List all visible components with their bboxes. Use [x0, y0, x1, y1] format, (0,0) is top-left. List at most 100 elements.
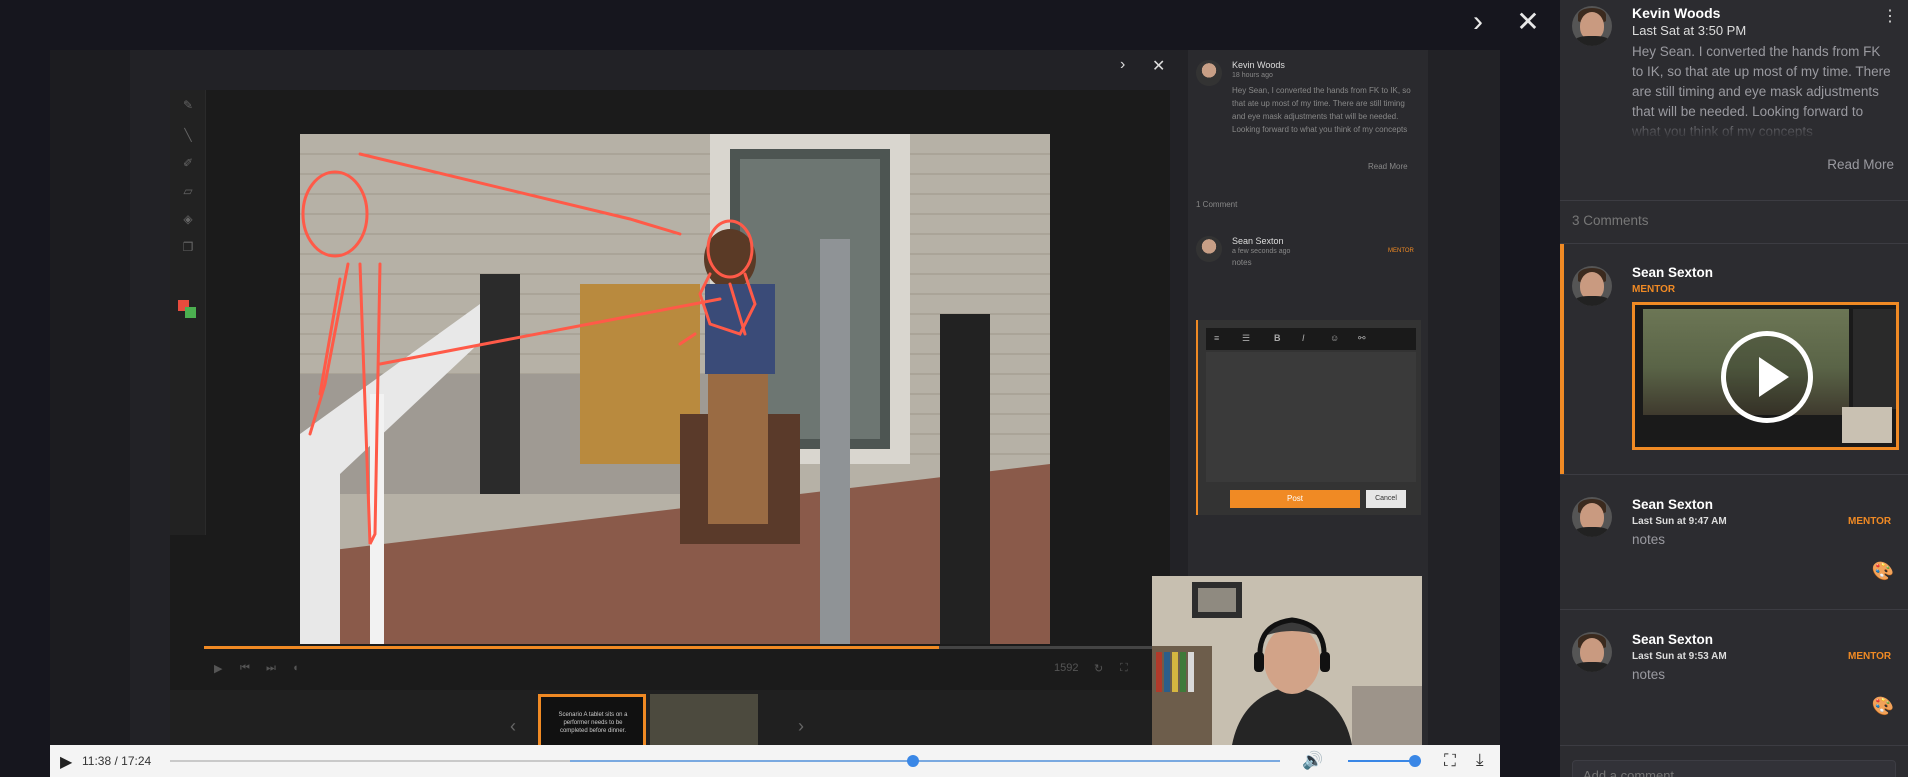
mentor-badge: MENTOR [1848, 651, 1892, 662]
more-options-icon[interactable]: ⋮ [1882, 6, 1898, 26]
recorded-thumb-text: Scenario A tablet sits on a performer ne… [558, 712, 628, 734]
layers-icon: ◈ [183, 212, 193, 226]
recorded-comment-editor: ≡ ☰ B I ☺ ⚯ Post Cancel [1196, 320, 1421, 515]
recorded-reply-text: notes [1232, 258, 1252, 267]
comment-item: Sean Sexton Last Sun at 9:47 AM MENTOR n… [1560, 475, 1908, 610]
recorded-thumbnail-strip: ‹ Scenario A tablet sits on a performer … [170, 690, 1170, 745]
video-thumb-webcam [1842, 407, 1892, 443]
brush-icon: ✐ [182, 156, 194, 170]
comment-author[interactable]: Sean Sexton [1632, 632, 1713, 647]
comment-timestamp: Last Sun at 9:47 AM [1632, 516, 1727, 527]
recorded-cancel-button: Cancel [1366, 490, 1406, 508]
recorded-thumb-prev-icon: ‹ [510, 716, 516, 736]
webcam-overlay [1152, 576, 1422, 745]
palette-icon[interactable]: 🎨 [1872, 696, 1894, 717]
divider [1560, 200, 1908, 201]
seek-buffered-range [569, 760, 1280, 762]
play-button[interactable]: ▶ [60, 752, 76, 771]
comment-item: Sean Sexton Last Sun at 9:53 AM MENTOR n… [1560, 610, 1908, 745]
line-icon: ╲ [184, 128, 192, 142]
comment-count: 3 Comments [1572, 213, 1649, 228]
mentor-badge: MENTOR [1632, 284, 1676, 295]
comment-author[interactable]: Sean Sexton [1632, 265, 1713, 280]
mentor-badge: MENTOR [1848, 516, 1892, 527]
house-scene-with-annotations [300, 134, 1050, 644]
recorded-editor-toolbar: ≡ ☰ B I ☺ ⚯ [1206, 328, 1416, 350]
divider [1560, 745, 1908, 746]
secondary-color-swatch [185, 307, 196, 318]
recording-left-margin [50, 50, 130, 745]
comment-timestamp: Last Sun at 9:53 AM [1632, 651, 1727, 662]
recorded-fullscreen-icon: ⛶ [1120, 662, 1128, 674]
video-player[interactable]: ✎ ╲ ✐ ▱ ◈ ❐ ▶ ⏮ ⏭ ◖ 1592 ↻ ⛶ ‹ Scenario … [50, 50, 1500, 745]
recorded-reply-avatar [1196, 236, 1222, 262]
close-icon[interactable]: ✕ [1512, 6, 1544, 38]
link-icon: ⚯ [1358, 333, 1366, 343]
fullscreen-icon[interactable]: ⛶ [1444, 751, 1456, 771]
recorded-app: ✎ ╲ ✐ ▱ ◈ ❐ ▶ ⏮ ⏭ ◖ 1592 ↻ ⛶ ‹ Scenario … [170, 90, 1170, 745]
playback-time: 11:38 / 17:24 [82, 754, 152, 768]
copy-icon: ❐ [182, 240, 194, 254]
comment-video-thumbnail[interactable] [1632, 302, 1899, 450]
comment-text: notes [1632, 532, 1666, 547]
recorded-frame-counter: 1592 [1054, 662, 1079, 674]
drawing-toolbar: ✎ ╲ ✐ ▱ ◈ ❐ [170, 90, 206, 535]
seek-bar[interactable] [170, 755, 1280, 767]
recorded-loop-icon: ↻ [1094, 663, 1104, 675]
post-body-fade [1632, 115, 1894, 139]
recorded-comment-count: 1 Comment [1196, 200, 1238, 209]
recorded-video-frame [300, 134, 1050, 644]
recorded-thumb-2 [650, 694, 758, 745]
comment-text: notes [1632, 667, 1666, 682]
read-more-link[interactable]: Read More [1827, 157, 1894, 172]
eraser-icon: ▱ [183, 184, 193, 198]
palette-icon[interactable]: 🎨 [1872, 561, 1894, 582]
webcam-scene [1152, 576, 1422, 745]
post-header: Kevin Woods Last Sat at 3:50 PM ⋮ Hey Se… [1560, 0, 1908, 200]
download-icon[interactable]: ⤓ [1476, 750, 1484, 770]
recorded-read-more: Read More [1368, 162, 1408, 171]
numbered-list-icon: ☰ [1242, 333, 1251, 343]
next-chevron-right-icon[interactable]: › [1462, 6, 1494, 38]
recorded-author: Kevin Woods [1232, 60, 1285, 70]
recorded-panel-next-icon: › [1120, 56, 1126, 73]
volume-handle[interactable] [1409, 755, 1422, 767]
video-review-overlay: ✎ ╲ ✐ ▱ ◈ ❐ ▶ ⏮ ⏭ ◖ 1592 ↻ ⛶ ‹ Scenario … [0, 0, 1908, 777]
seek-handle[interactable] [906, 755, 919, 767]
volume-slider[interactable] [1348, 755, 1422, 767]
avatar [1572, 497, 1612, 537]
play-icon[interactable] [1721, 331, 1813, 423]
recorded-avatar [1196, 60, 1222, 86]
volume-icon[interactable]: 🔊 [1302, 751, 1323, 771]
avatar [1572, 266, 1612, 306]
recorded-progress-fill [204, 646, 939, 649]
recorded-editor-area [1206, 352, 1416, 482]
post-timestamp: Last Sat at 3:50 PM [1632, 23, 1747, 38]
recorded-panel-close-icon: ✕ [1152, 58, 1166, 75]
recorded-mentor-tag: MENTOR [1388, 248, 1414, 254]
emoji-icon: ☺ [1330, 333, 1340, 343]
bullet-list-icon: ≡ [1214, 333, 1220, 343]
avatar [1572, 6, 1612, 46]
recorded-reply-author: Sean Sexton [1232, 236, 1284, 246]
post-author[interactable]: Kevin Woods [1632, 5, 1720, 21]
recorded-thumb-next-icon: › [798, 716, 804, 736]
recorded-body: Hey Sean, I converted the hands from FK … [1232, 86, 1411, 134]
recorded-volume-icon: ◖ [292, 662, 299, 674]
pencil-icon: ✎ [182, 98, 194, 112]
comment-author[interactable]: Sean Sexton [1632, 497, 1713, 512]
add-comment-input[interactable] [1573, 761, 1895, 777]
bold-icon: B [1274, 333, 1281, 343]
recorded-thumb-active: Scenario A tablet sits on a performer ne… [538, 694, 646, 745]
video-thumb-sidebar [1853, 309, 1896, 409]
player-control-bar: ▶ 11:38 / 17:24 🔊 ⛶ ⤓ [50, 745, 1500, 777]
add-comment-box[interactable] [1572, 760, 1896, 777]
comment-sidebar: Kevin Woods Last Sat at 3:50 PM ⋮ Hey Se… [1560, 0, 1908, 777]
recorded-progress-bar [204, 646, 1164, 649]
recorded-next-icon: ⏭ [266, 662, 276, 674]
recorded-post-button: Post [1230, 490, 1360, 508]
recorded-reply-time: a few seconds ago [1232, 248, 1291, 255]
recorded-controls: ▶ ⏮ ⏭ ◖ 1592 ↻ ⛶ [204, 654, 1164, 684]
recorded-prev-icon: ⏮ [240, 662, 250, 674]
italic-icon: I [1302, 333, 1305, 343]
